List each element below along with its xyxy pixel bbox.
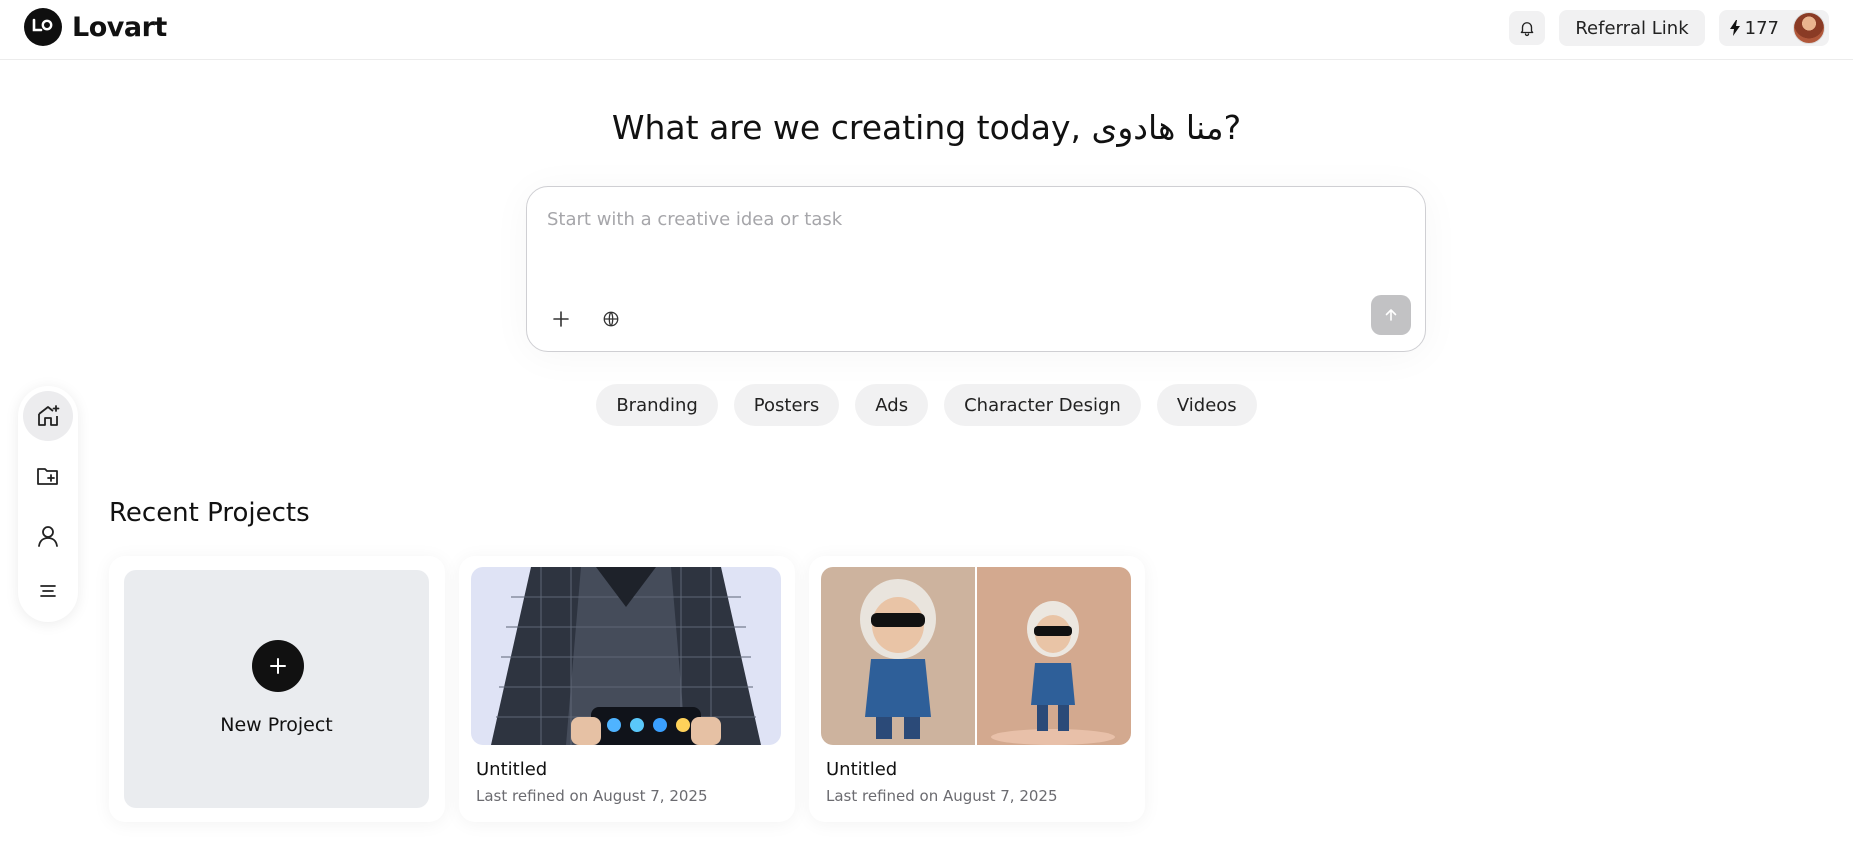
menu-icon	[40, 585, 56, 597]
project-title: Untitled	[826, 759, 898, 780]
folder-plus-icon	[37, 468, 58, 485]
credits-count: 177	[1744, 17, 1779, 39]
new-project-card[interactable]: New Project	[109, 556, 445, 822]
chip-ads[interactable]: Ads	[855, 384, 929, 426]
sidebar-item-profile[interactable]	[23, 511, 73, 561]
chip-posters[interactable]: Posters	[733, 384, 840, 426]
referral-link-button[interactable]: Referral Link	[1559, 10, 1705, 46]
chip-character-design[interactable]: Character Design	[944, 384, 1141, 426]
send-button[interactable]	[1371, 295, 1411, 335]
plus-icon	[270, 658, 286, 674]
prompt-box	[526, 186, 1426, 352]
logo[interactable]: Lovart	[24, 8, 167, 46]
header-actions: Referral Link 177	[1509, 10, 1829, 46]
sidebar-item-menu[interactable]	[23, 566, 73, 616]
web-search-button[interactable]	[595, 303, 627, 335]
page-title: What are we creating today, منا هادوی?	[611, 108, 1242, 147]
project-last-refined: Last refined on August 7, 2025	[826, 787, 1058, 805]
left-sidebar	[18, 386, 78, 622]
lightning-icon	[1729, 20, 1740, 36]
project-last-refined: Last refined on August 7, 2025	[476, 787, 708, 805]
globe-icon	[603, 311, 619, 327]
recent-projects-title: Recent Projects	[109, 498, 310, 528]
chip-branding[interactable]: Branding	[596, 384, 718, 426]
project-thumbnail[interactable]	[821, 567, 1131, 745]
arrow-up-icon	[1385, 309, 1397, 321]
suggestion-chips: Branding Posters Ads Character Design Vi…	[0, 384, 1853, 426]
sidebar-item-home[interactable]	[23, 391, 73, 441]
add-attachment-button[interactable]	[545, 303, 577, 335]
bell-icon	[1521, 22, 1534, 37]
prompt-input[interactable]	[547, 209, 1387, 230]
project-card[interactable]: Untitled Last refined on August 7, 2025	[459, 556, 795, 822]
chip-videos[interactable]: Videos	[1156, 384, 1257, 426]
credits-pill[interactable]: 177	[1718, 10, 1829, 46]
avatar[interactable]	[1793, 12, 1825, 44]
plus-icon	[553, 311, 569, 327]
project-thumbnail[interactable]	[471, 567, 781, 745]
new-project-tile[interactable]: New Project	[124, 570, 429, 808]
top-bar: Lovart Referral Link 177	[0, 0, 1853, 60]
new-project-label: New Project	[220, 714, 333, 736]
home-sparkle-icon	[38, 405, 60, 426]
project-card[interactable]: Untitled Last refined on August 7, 2025	[809, 556, 1145, 822]
lovart-logo-icon	[24, 8, 62, 46]
user-icon	[38, 526, 58, 547]
new-project-button[interactable]	[252, 640, 304, 692]
app-name: Lovart	[72, 11, 167, 43]
project-title: Untitled	[476, 759, 548, 780]
sidebar-item-projects[interactable]	[23, 451, 73, 501]
notifications-button[interactable]	[1509, 11, 1546, 45]
